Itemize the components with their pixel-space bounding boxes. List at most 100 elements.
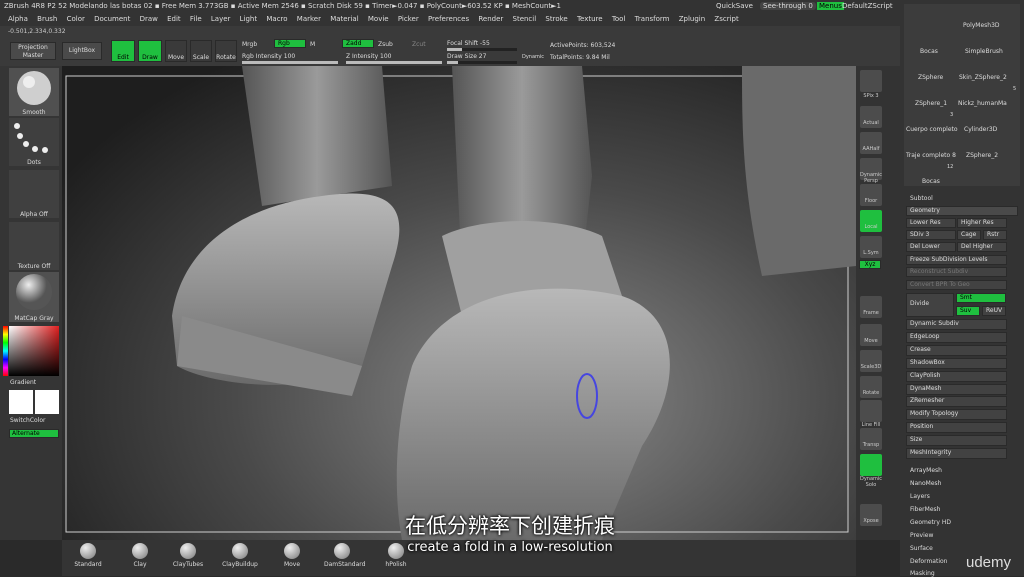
rgb-intensity-slider[interactable]: Rgb Intensity 100: [242, 53, 295, 60]
tool-thumb-label[interactable]: SimpleBrush: [965, 48, 1003, 55]
spix-button[interactable]: [860, 70, 882, 92]
polyf-button[interactable]: [860, 400, 882, 422]
modify-topology-header[interactable]: Modify Topology: [906, 409, 1007, 420]
convert-bpr-button[interactable]: Convert BPR To Geo: [906, 280, 1007, 290]
zcut-toggle[interactable]: Zcut: [412, 41, 426, 48]
menu-item[interactable]: Marker: [297, 15, 321, 23]
texture-selector[interactable]: Texture Off: [9, 222, 59, 270]
tool-thumb-label[interactable]: Cuerpo completo: [906, 126, 958, 133]
fibermesh-section[interactable]: FiberMesh: [910, 506, 940, 513]
brush-clay[interactable]: Clay: [122, 542, 158, 574]
m-toggle[interactable]: M: [310, 41, 315, 48]
tool-thumb-label[interactable]: Bocas: [922, 178, 940, 185]
nanomesh-section[interactable]: NanoMesh: [910, 480, 941, 487]
focal-shift-track[interactable]: [447, 48, 517, 51]
sdiv-slider[interactable]: SDiv 3: [906, 230, 956, 240]
focal-shift-slider[interactable]: Focal Shift -55: [447, 40, 490, 47]
rotate-button[interactable]: Rotate: [215, 40, 237, 62]
z-intensity-track[interactable]: [346, 61, 442, 64]
hue-strip[interactable]: [3, 326, 8, 376]
reuv-button[interactable]: ReUV: [982, 306, 1006, 316]
material-selector[interactable]: MatCap Gray: [9, 272, 59, 322]
zremesher-header[interactable]: ZRemesher: [906, 396, 1007, 407]
preview-section[interactable]: Preview: [910, 532, 933, 539]
menu-item[interactable]: Stencil: [513, 15, 537, 23]
rstr-button[interactable]: Rstr: [983, 230, 1007, 240]
dynamic-toggle[interactable]: Dynamic: [522, 54, 544, 60]
tool-thumb-label[interactable]: Traje completo 8: [906, 152, 956, 159]
surface-section[interactable]: Surface: [910, 545, 933, 552]
subtool-header[interactable]: Subtool: [910, 195, 933, 202]
lightbox-button[interactable]: LightBox: [62, 42, 102, 60]
zsub-toggle[interactable]: Zsub: [378, 41, 393, 48]
deformation-section[interactable]: Deformation: [910, 558, 947, 565]
smt-toggle[interactable]: Smt: [956, 293, 1006, 303]
tool-thumb-label[interactable]: ZSphere: [918, 74, 943, 81]
tool-thumb-label[interactable]: Cylinder3D: [964, 126, 997, 133]
brush-standard[interactable]: Standard: [70, 542, 106, 574]
draw-size-slider[interactable]: Draw Size 27: [447, 53, 486, 60]
menu-item[interactable]: Draw: [140, 15, 158, 23]
geometry-header[interactable]: Geometry: [906, 206, 1018, 216]
edit-button[interactable]: Edit: [111, 40, 135, 62]
z-intensity-slider[interactable]: Z Intensity 100: [346, 53, 392, 60]
claypolish-header[interactable]: ClayPolish: [906, 371, 1007, 382]
menu-item[interactable]: Preferences: [428, 15, 469, 23]
menu-item[interactable]: Transform: [635, 15, 670, 23]
menu-item[interactable]: Brush: [37, 15, 57, 23]
solo-button[interactable]: [860, 454, 882, 476]
menu-item[interactable]: Zscript: [714, 15, 738, 23]
main-color-swatch[interactable]: [9, 390, 33, 414]
menu-item[interactable]: Zplugin: [679, 15, 705, 23]
menu-item[interactable]: Render: [478, 15, 503, 23]
dynamic-subdiv-header[interactable]: Dynamic Subdiv: [906, 319, 1007, 330]
menu-item[interactable]: Stroke: [545, 15, 567, 23]
shadowbox-header[interactable]: ShadowBox: [906, 358, 1007, 369]
menu-item[interactable]: Edit: [167, 15, 181, 23]
suv-toggle[interactable]: Suv: [956, 306, 980, 316]
arraymesh-section[interactable]: ArrayMesh: [910, 467, 942, 474]
menu-item[interactable]: Layer: [211, 15, 231, 23]
position-header[interactable]: Position: [906, 422, 1007, 433]
mrgb-toggle[interactable]: Mrgb: [242, 41, 257, 48]
see-through-slider[interactable]: See-through 0: [760, 2, 816, 10]
menu-item[interactable]: Alpha: [8, 15, 28, 23]
zadd-toggle[interactable]: Zadd: [342, 39, 374, 48]
projection-master-button[interactable]: Projection Master: [10, 42, 56, 60]
menu-item[interactable]: Light: [240, 15, 257, 23]
del-higher-button[interactable]: Del Higher: [957, 242, 1007, 252]
move-button[interactable]: Move: [165, 40, 187, 62]
tool-thumb-label[interactable]: PolyMesh3D: [963, 22, 1000, 29]
menu-item[interactable]: Texture: [577, 15, 603, 23]
menu-item[interactable]: Material: [330, 15, 358, 23]
menu-item[interactable]: Picker: [398, 15, 419, 23]
crease-header[interactable]: Crease: [906, 345, 1007, 356]
default-zscript-button[interactable]: DefaultZScript: [842, 2, 893, 10]
alpha-selector[interactable]: Alpha Off: [9, 170, 59, 218]
secondary-color-swatch[interactable]: [35, 390, 59, 414]
menus-button[interactable]: Menus: [817, 2, 844, 10]
freeze-subdiv-button[interactable]: Freeze SubDivision Levels: [906, 255, 1007, 265]
brush-selector[interactable]: Smooth: [9, 68, 59, 116]
xyz-button[interactable]: Xyz: [859, 260, 881, 269]
alternate-toggle[interactable]: Alternate: [9, 429, 59, 438]
dynamesh-header[interactable]: DynaMesh: [906, 384, 1007, 395]
layers-section[interactable]: Layers: [910, 493, 930, 500]
menu-item[interactable]: Document: [94, 15, 130, 23]
switch-color-button[interactable]: SwitchColor: [10, 417, 46, 424]
tool-thumb-label[interactable]: Skin_ZSphere_2: [959, 74, 1007, 81]
edgeloop-header[interactable]: EdgeLoop: [906, 332, 1007, 343]
stroke-selector[interactable]: Dots: [9, 118, 59, 166]
menu-item[interactable]: Tool: [612, 15, 626, 23]
draw-size-track[interactable]: [447, 61, 517, 64]
color-picker[interactable]: [9, 326, 59, 376]
meshintegrity-header[interactable]: MeshIntegrity: [906, 448, 1007, 459]
menu-item[interactable]: File: [190, 15, 202, 23]
gradient-label[interactable]: Gradient: [10, 379, 36, 386]
divide-button[interactable]: Divide: [906, 293, 954, 317]
tool-thumb-label[interactable]: Nickz_humanMa: [958, 100, 1007, 107]
quicksave-button[interactable]: QuickSave: [716, 2, 753, 10]
higher-res-button[interactable]: Higher Res: [957, 218, 1007, 228]
menu-item[interactable]: Color: [67, 15, 85, 23]
menu-item[interactable]: Macro: [266, 15, 287, 23]
